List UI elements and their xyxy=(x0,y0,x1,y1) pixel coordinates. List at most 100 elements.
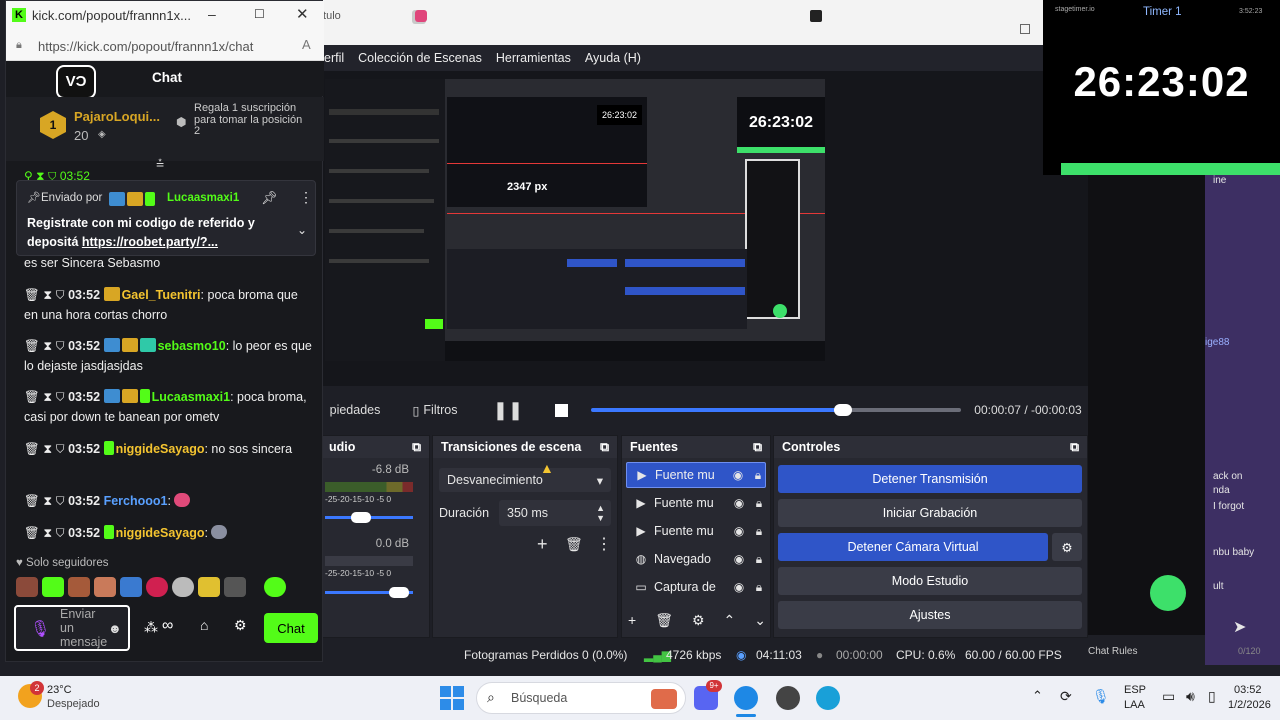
windows-start-icon[interactable] xyxy=(440,686,464,710)
message-user[interactable]: Lucaasmaxi1 xyxy=(152,390,231,404)
move-up-icon[interactable]: ⌃ xyxy=(724,612,736,629)
stop-streaming-button[interactable]: Detener Transmisión xyxy=(778,465,1082,493)
emote-image[interactable] xyxy=(224,577,246,597)
language-layout[interactable]: LAA xyxy=(1124,699,1145,711)
gear-icon[interactable]: ⚙ xyxy=(692,612,705,629)
message-user[interactable]: Gael_Tuenitri xyxy=(122,288,201,302)
volume-icon[interactable]: 🔊︎ xyxy=(1186,688,1195,705)
menu-item-help[interactable]: Ayuda (H) xyxy=(585,51,641,65)
pin-icon[interactable]: 📌︎ xyxy=(261,190,278,206)
trash-icon[interactable]: 🗑︎ xyxy=(24,526,40,540)
trash-icon[interactable]: 🗑 xyxy=(655,612,673,629)
obs-icon[interactable] xyxy=(776,686,800,710)
maximize-icon[interactable]: ☐ xyxy=(254,7,265,21)
emote-image[interactable] xyxy=(16,577,38,597)
microphone-icon[interactable]: 🎙︎ xyxy=(1092,688,1110,705)
stop-virtual-camera-button[interactable]: Detener Cámara Virtual xyxy=(778,533,1048,561)
hourglass-icon[interactable]: ⧗ xyxy=(43,390,52,404)
clock-date[interactable]: 1/2/2026 xyxy=(1228,699,1271,711)
seek-bar-track[interactable] xyxy=(843,408,961,412)
spin-arrows-icon[interactable]: ▲ ▼ xyxy=(596,503,605,523)
menu-item-profile[interactable]: erfil xyxy=(324,51,344,65)
gift-leaderboard[interactable]: 1 PajaroLoqui... 20 ◈ ⬢ Regala 1 suscrip… xyxy=(6,97,324,161)
shield-icon[interactable]: ⛉ xyxy=(56,494,65,508)
seek-bar-handle[interactable] xyxy=(834,404,852,416)
infinity-icon[interactable]: ∞ xyxy=(162,617,173,635)
trash-icon[interactable]: 🗑︎ xyxy=(24,390,40,404)
hourglass-icon[interactable]: ⧗ xyxy=(43,339,52,353)
hourglass-icon[interactable]: ⧗ xyxy=(43,494,52,508)
lock-icon[interactable]: 🔒︎ xyxy=(751,468,765,483)
source-item[interactable]: ◍ Navegado ◉ 🔒︎ xyxy=(626,546,766,572)
duration-spinbox[interactable]: 350 ms ▲ ▼ xyxy=(499,500,611,526)
hourglass-icon[interactable]: ⧗ xyxy=(43,526,52,540)
source-item[interactable]: ▶ Fuente mu ◉ 🔒︎ xyxy=(626,518,766,544)
menu-item-tools[interactable]: Herramientas xyxy=(496,51,571,65)
dock-float-icon[interactable]: ⧉ xyxy=(1070,440,1079,455)
chat-input[interactable]: 🎙︎ Enviar un mensaje ☻ xyxy=(14,605,130,651)
hourglass-icon[interactable]: ⧗ xyxy=(43,442,52,456)
dock-float-icon[interactable]: ⧉ xyxy=(412,440,421,455)
eye-icon[interactable]: ◉ xyxy=(732,580,746,594)
emote-image[interactable] xyxy=(146,577,168,597)
channel-avatar[interactable]: VƆ xyxy=(56,65,96,99)
shield-icon[interactable]: ⛉ xyxy=(56,526,65,540)
emote-image[interactable] xyxy=(94,577,116,597)
search-box[interactable]: ⌕ Búsqueda xyxy=(476,682,686,714)
minimize-icon[interactable]: – xyxy=(208,6,216,22)
chevron-down-icon[interactable]: ⌄ xyxy=(297,223,307,237)
eye-icon[interactable]: ◉ xyxy=(732,524,746,538)
lock-icon[interactable]: 🔒︎ xyxy=(752,496,766,511)
lock-icon[interactable]: 🔒︎ xyxy=(752,552,766,567)
trash-icon[interactable]: 🗑︎ xyxy=(24,494,40,508)
emote-image[interactable] xyxy=(120,577,142,597)
message-user[interactable]: sebasmo10 xyxy=(158,339,226,353)
source-item[interactable]: ▶ Fuente mu ◉ 🔒︎ xyxy=(626,490,766,516)
chat-address-bar[interactable]: 🔒︎ https://kick.com/popout/frannn1x/chat… xyxy=(6,31,324,61)
trash-icon[interactable]: 🗑︎ xyxy=(24,442,40,456)
virtual-camera-settings-button[interactable]: ⚙ xyxy=(1052,533,1082,561)
slash-commands-icon[interactable]: ⁂ xyxy=(144,619,158,636)
sync-icon[interactable]: ⟳ xyxy=(1060,688,1072,705)
edge-icon[interactable] xyxy=(734,686,758,710)
emoji-icon[interactable]: ☻ xyxy=(108,621,122,636)
chevron-up-icon[interactable]: ⌃ xyxy=(1032,688,1043,704)
trash-icon[interactable]: 🗑 xyxy=(565,536,583,553)
dock-float-icon[interactable]: ⧉ xyxy=(600,440,609,455)
pinned-message[interactable]: 📌︎ Enviado por Lucaasmaxi1 📌︎ ⋮ Registra… xyxy=(16,180,316,256)
battery-icon[interactable]: ▯ xyxy=(1208,688,1216,705)
microphone-icon[interactable]: 🎙︎ xyxy=(30,619,50,639)
emote-image[interactable] xyxy=(68,577,90,597)
studio-mode-button[interactable]: Modo Estudio xyxy=(778,567,1082,595)
pinned-sender[interactable]: Lucaasmaxi1 xyxy=(167,192,239,204)
filters-button[interactable]: ▯ Filtros xyxy=(402,392,468,428)
network-icon[interactable]: ▭ xyxy=(1162,688,1175,705)
trash-icon[interactable]: 🗑︎ xyxy=(24,288,40,302)
more-icon[interactable]: ⋮ xyxy=(299,189,313,206)
menu-item-scene-collection[interactable]: Colección de Escenas xyxy=(358,51,482,65)
edge-dev-icon[interactable] xyxy=(816,686,840,710)
more-icon[interactable]: ⋮ xyxy=(596,534,612,554)
message-user[interactable]: Ferchooo1 xyxy=(104,494,168,508)
message-user[interactable]: niggideSayago xyxy=(116,442,205,456)
shield-icon[interactable]: ⛉ xyxy=(56,442,65,456)
eye-icon[interactable]: ◉ xyxy=(731,468,745,482)
volume-slider-1[interactable] xyxy=(351,512,371,523)
transition-select[interactable]: Desvanecimiento ▾ xyxy=(439,468,611,492)
emote-image[interactable] xyxy=(42,577,64,597)
volume-slider-2[interactable] xyxy=(389,587,409,598)
move-down-icon[interactable]: ⌄ xyxy=(754,612,766,629)
trash-icon[interactable]: 🗑︎ xyxy=(24,339,40,353)
shield-icon[interactable]: ⛉ xyxy=(56,288,65,302)
pause-button[interactable]: ❚❚ xyxy=(490,392,526,428)
message-user[interactable]: niggideSayago xyxy=(116,526,205,540)
close-icon[interactable]: ✕ xyxy=(296,5,309,23)
pinned-link[interactable]: https://roobet.party/?... xyxy=(82,235,218,249)
headset-icon[interactable] xyxy=(1150,575,1186,611)
add-icon[interactable]: + xyxy=(537,534,548,555)
source-item[interactable]: ▶ Fuente mu ◉ 🔒︎ xyxy=(626,462,766,488)
start-recording-button[interactable]: Iniciar Grabación xyxy=(778,499,1082,527)
add-source-icon[interactable]: + xyxy=(628,612,636,629)
obs-preview[interactable]: 26:23:02 2347 px 26:23:02 xyxy=(325,79,825,361)
eye-icon[interactable]: ◉ xyxy=(732,552,746,566)
